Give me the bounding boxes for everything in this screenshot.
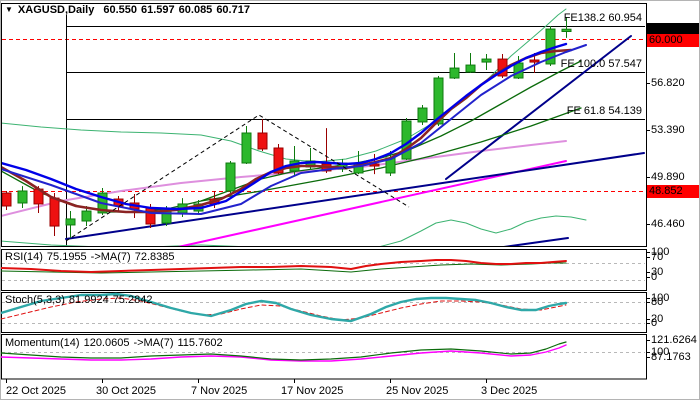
momentum-value: 120.0605 (83, 337, 130, 349)
close-value: 60.717 (216, 4, 250, 16)
stoch-value: 81.9924 (68, 294, 109, 306)
price-axis-label: 53.390 (651, 124, 685, 136)
momentum-label: Momentum(14) (5, 337, 80, 349)
symbol-period-label: XAGUSD,Daily (17, 4, 95, 16)
mt4-chart-window: 60.717 60.000 56.820 53.390 49.890 48.852 46.4… (0, 0, 700, 400)
stoch-axis-label: 0 (651, 317, 658, 329)
high-value: 61.597 (141, 4, 175, 16)
candle-body (81, 210, 92, 222)
collapse-icon[interactable]: ▼ (5, 5, 13, 14)
candle-body (2, 192, 12, 207)
stoch-label: Stoch(5,3,3) (5, 294, 65, 306)
candle-body (529, 59, 540, 63)
date-label[interactable]: 30 Oct 2025 (96, 385, 156, 397)
fib-level-label: FE 100.0 57.547 (560, 58, 642, 70)
candle-body (561, 28, 572, 32)
price-axis-label: 49.890 (651, 171, 685, 183)
candle-body (417, 107, 428, 123)
date-label[interactable]: 17 Nov 2025 (281, 385, 343, 397)
stoch-signal-value: 75.2842 (112, 294, 153, 306)
candle-body (257, 132, 268, 150)
blue-ma-line (2, 42, 568, 211)
price-tag-48.852: 48.852 (647, 185, 699, 198)
navy-lower-segment (503, 237, 569, 246)
low-value: 60.085 (178, 4, 213, 16)
main-chart-layer (2, 8, 645, 246)
candles (2, 17, 572, 239)
candle-body (49, 197, 60, 227)
date-label[interactable]: 7 Nov 2025 (191, 385, 247, 397)
momentum-ma-value: 115.7602 (177, 337, 223, 349)
candle-body (17, 190, 28, 204)
chart-ohlc-title: ▼ XAGUSD,Daily 60.550 61.597 60.085 60.717 (5, 4, 254, 16)
rsi-value: 75.1955 (46, 251, 87, 263)
rsi-axis-label: 70 (651, 251, 664, 263)
rsi-ma-value: 72.8385 (134, 251, 175, 263)
candle-body (481, 58, 492, 63)
candle-body (449, 67, 460, 79)
stoch-axis-label: 80 (651, 296, 664, 308)
momentum-title: Momentum(14) 120.0605 ->MA(7) 115.7602 (5, 337, 227, 349)
rsi-axis-label: 0 (651, 271, 658, 283)
fib-level-label: FE 61.8 54.139 (566, 105, 642, 117)
open-value: 60.550 (103, 4, 137, 16)
momentum-ma-label: ->MA(7) (133, 337, 174, 349)
rsi-title: RSI(14) 75.1955 ->MA(7) 72.8385 (5, 251, 178, 263)
momentum-axis-label: 87.1763 (651, 351, 691, 363)
price-axis-label: 46.460 (651, 218, 685, 230)
candle-body (241, 132, 252, 164)
rsi-label: RSI(14) (5, 251, 43, 263)
candle-body (465, 64, 476, 73)
momentum-axis-label: 121.6264 (651, 334, 697, 346)
date-label[interactable]: 25 Nov 2025 (386, 385, 448, 397)
date-label[interactable]: 22 Oct 2025 (6, 385, 66, 397)
candle-body (65, 218, 76, 226)
fib-level-label: FE138.2 60.954 (563, 12, 642, 24)
price-axis-label: 56.820 (651, 77, 685, 89)
rsi-ma-label: ->MA(7) (90, 251, 131, 263)
date-label[interactable]: 3 Dec 2025 (481, 385, 537, 397)
green-ma-fast-line (2, 60, 582, 213)
stoch-title: Stoch(5,3,3) 81.9924 75.2842 (5, 294, 156, 306)
price-tag-60.000: 60.000 (647, 34, 699, 47)
candle-body (145, 207, 156, 225)
candle-body (225, 162, 236, 192)
